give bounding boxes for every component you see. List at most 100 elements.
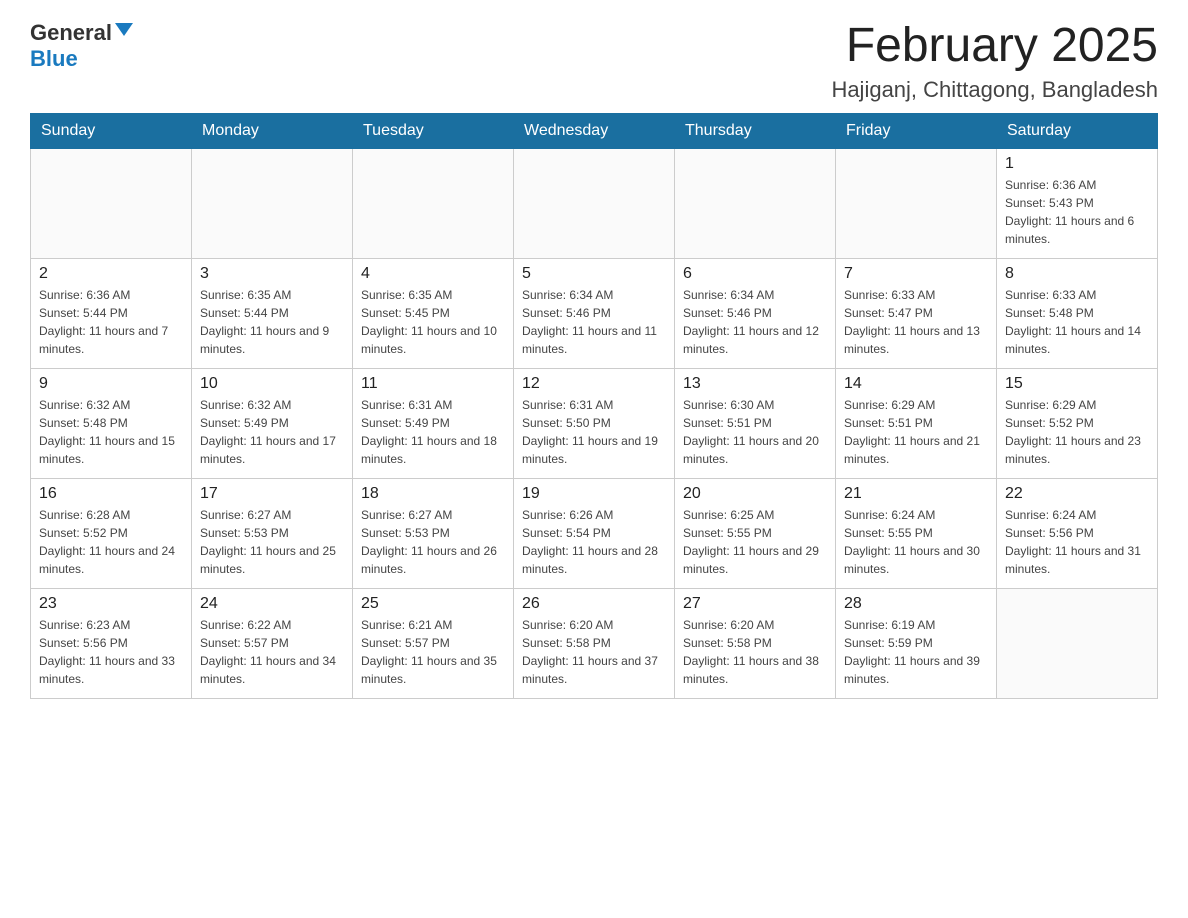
calendar-cell: 10 Sunrise: 6:32 AMSunset: 5:49 PMDayligh…: [192, 368, 353, 478]
day-number: 20: [683, 485, 827, 503]
calendar-cell: [997, 588, 1158, 698]
calendar-cell: 14Sunrise: 6:29 AMSunset: 5:51 PMDayligh…: [836, 368, 997, 478]
logo: General Blue: [30, 20, 133, 72]
day-number: 13: [683, 375, 827, 393]
day-info: Sunrise: 6:35 AMSunset: 5:45 PMDaylight:…: [361, 286, 505, 358]
calendar-cell: 18 Sunrise: 6:27 AMSunset: 5:53 PMDayligh…: [353, 478, 514, 588]
day-number: 6: [683, 265, 827, 283]
day-info: Sunrise: 6:34 AMSunset: 5:46 PMDaylight:…: [522, 286, 666, 358]
day-number: 26: [522, 595, 666, 613]
day-number: 12: [522, 375, 666, 393]
day-info: Sunrise: 6:33 AMSunset: 5:48 PMDaylight:…: [1005, 286, 1149, 358]
day-number: 27: [683, 595, 827, 613]
header-day-friday: Friday: [836, 113, 997, 148]
logo-general-text: General: [30, 20, 112, 46]
calendar-cell: 16 Sunrise: 6:28 AMSunset: 5:52 PMDayligh…: [31, 478, 192, 588]
calendar-cell: 27 Sunrise: 6:20 AMSunset: 5:58 PMDayligh…: [675, 588, 836, 698]
day-number: 18: [361, 485, 505, 503]
day-number: 11: [361, 375, 505, 393]
calendar-cell: 19Sunrise: 6:26 AMSunset: 5:54 PMDayligh…: [514, 478, 675, 588]
calendar-cell: [353, 148, 514, 258]
calendar-cell: 25 Sunrise: 6:21 AMSunset: 5:57 PMDayligh…: [353, 588, 514, 698]
day-number: 10: [200, 375, 344, 393]
day-number: 9: [39, 375, 183, 393]
day-number: 7: [844, 265, 988, 283]
calendar-week-2: 2 Sunrise: 6:36 AMSunset: 5:44 PMDaylight…: [31, 258, 1158, 368]
calendar-week-4: 16 Sunrise: 6:28 AMSunset: 5:52 PMDayligh…: [31, 478, 1158, 588]
day-info: Sunrise: 6:35 AMSunset: 5:44 PMDaylight:…: [200, 286, 344, 358]
calendar-cell: 15 Sunrise: 6:29 AMSunset: 5:52 PMDayligh…: [997, 368, 1158, 478]
header-day-saturday: Saturday: [997, 113, 1158, 148]
day-number: 5: [522, 265, 666, 283]
calendar-cell: 21Sunrise: 6:24 AMSunset: 5:55 PMDayligh…: [836, 478, 997, 588]
day-number: 3: [200, 265, 344, 283]
day-info: Sunrise: 6:31 AMSunset: 5:49 PMDaylight:…: [361, 396, 505, 468]
day-number: 25: [361, 595, 505, 613]
day-info: Sunrise: 6:20 AMSunset: 5:58 PMDaylight:…: [683, 616, 827, 688]
header-row: SundayMondayTuesdayWednesdayThursdayFrid…: [31, 113, 1158, 148]
calendar-header: SundayMondayTuesdayWednesdayThursdayFrid…: [31, 113, 1158, 148]
calendar-cell: 7 Sunrise: 6:33 AMSunset: 5:47 PMDaylight…: [836, 258, 997, 368]
day-info: Sunrise: 6:25 AMSunset: 5:55 PMDaylight:…: [683, 506, 827, 578]
day-number: 8: [1005, 265, 1149, 283]
day-info: Sunrise: 6:34 AMSunset: 5:46 PMDaylight:…: [683, 286, 827, 358]
day-info: Sunrise: 6:27 AMSunset: 5:53 PMDaylight:…: [200, 506, 344, 578]
month-title: February 2025: [831, 20, 1158, 73]
day-number: 1: [1005, 155, 1149, 173]
day-number: 23: [39, 595, 183, 613]
day-number: 24: [200, 595, 344, 613]
calendar-cell: 17 Sunrise: 6:27 AMSunset: 5:53 PMDayligh…: [192, 478, 353, 588]
day-info: Sunrise: 6:32 AMSunset: 5:49 PMDaylight:…: [200, 396, 344, 468]
calendar-cell: [514, 148, 675, 258]
day-info: Sunrise: 6:21 AMSunset: 5:57 PMDaylight:…: [361, 616, 505, 688]
day-info: Sunrise: 6:27 AMSunset: 5:53 PMDaylight:…: [361, 506, 505, 578]
day-number: 17: [200, 485, 344, 503]
day-info: Sunrise: 6:19 AMSunset: 5:59 PMDaylight:…: [844, 616, 988, 688]
logo-arrow-icon: [115, 23, 133, 36]
day-info: Sunrise: 6:31 AMSunset: 5:50 PMDaylight:…: [522, 396, 666, 468]
day-number: 22: [1005, 485, 1149, 503]
calendar-week-1: 1 Sunrise: 6:36 AMSunset: 5:43 PMDaylight…: [31, 148, 1158, 258]
day-number: 14: [844, 375, 988, 393]
logo-blue-text: Blue: [30, 46, 78, 72]
day-number: 15: [1005, 375, 1149, 393]
day-info: Sunrise: 6:36 AMSunset: 5:43 PMDaylight:…: [1005, 176, 1149, 248]
calendar-cell: 12 Sunrise: 6:31 AMSunset: 5:50 PMDayligh…: [514, 368, 675, 478]
day-info: Sunrise: 6:29 AMSunset: 5:52 PMDaylight:…: [1005, 396, 1149, 468]
location-title: Hajiganj, Chittagong, Bangladesh: [831, 77, 1158, 103]
header-day-wednesday: Wednesday: [514, 113, 675, 148]
day-info: Sunrise: 6:23 AMSunset: 5:56 PMDaylight:…: [39, 616, 183, 688]
calendar-cell: 5 Sunrise: 6:34 AMSunset: 5:46 PMDaylight…: [514, 258, 675, 368]
day-number: 4: [361, 265, 505, 283]
header-day-sunday: Sunday: [31, 113, 192, 148]
day-info: Sunrise: 6:36 AMSunset: 5:44 PMDaylight:…: [39, 286, 183, 358]
calendar-cell: 13 Sunrise: 6:30 AMSunset: 5:51 PMDayligh…: [675, 368, 836, 478]
day-number: 16: [39, 485, 183, 503]
day-info: Sunrise: 6:22 AMSunset: 5:57 PMDaylight:…: [200, 616, 344, 688]
day-info: Sunrise: 6:20 AMSunset: 5:58 PMDaylight:…: [522, 616, 666, 688]
calendar-cell: 26 Sunrise: 6:20 AMSunset: 5:58 PMDayligh…: [514, 588, 675, 698]
day-number: 2: [39, 265, 183, 283]
day-info: Sunrise: 6:33 AMSunset: 5:47 PMDaylight:…: [844, 286, 988, 358]
day-number: 28: [844, 595, 988, 613]
day-info: Sunrise: 6:32 AMSunset: 5:48 PMDaylight:…: [39, 396, 183, 468]
calendar-cell: 24 Sunrise: 6:22 AMSunset: 5:57 PMDayligh…: [192, 588, 353, 698]
calendar-cell: 22Sunrise: 6:24 AMSunset: 5:56 PMDayligh…: [997, 478, 1158, 588]
calendar-cell: 4 Sunrise: 6:35 AMSunset: 5:45 PMDaylight…: [353, 258, 514, 368]
title-block: February 2025 Hajiganj, Chittagong, Bang…: [831, 20, 1158, 103]
calendar-cell: [675, 148, 836, 258]
calendar-week-5: 23 Sunrise: 6:23 AMSunset: 5:56 PMDayligh…: [31, 588, 1158, 698]
calendar-cell: 11 Sunrise: 6:31 AMSunset: 5:49 PMDayligh…: [353, 368, 514, 478]
calendar-cell: 28 Sunrise: 6:19 AMSunset: 5:59 PMDayligh…: [836, 588, 997, 698]
day-info: Sunrise: 6:30 AMSunset: 5:51 PMDaylight:…: [683, 396, 827, 468]
calendar-cell: 20 Sunrise: 6:25 AMSunset: 5:55 PMDayligh…: [675, 478, 836, 588]
day-number: 19: [522, 485, 666, 503]
calendar-week-3: 9 Sunrise: 6:32 AMSunset: 5:48 PMDaylight…: [31, 368, 1158, 478]
calendar-cell: [192, 148, 353, 258]
calendar-cell: 2 Sunrise: 6:36 AMSunset: 5:44 PMDaylight…: [31, 258, 192, 368]
calendar-cell: 8 Sunrise: 6:33 AMSunset: 5:48 PMDaylight…: [997, 258, 1158, 368]
header-day-tuesday: Tuesday: [353, 113, 514, 148]
day-info: Sunrise: 6:28 AMSunset: 5:52 PMDaylight:…: [39, 506, 183, 578]
calendar-cell: [836, 148, 997, 258]
calendar-cell: [31, 148, 192, 258]
